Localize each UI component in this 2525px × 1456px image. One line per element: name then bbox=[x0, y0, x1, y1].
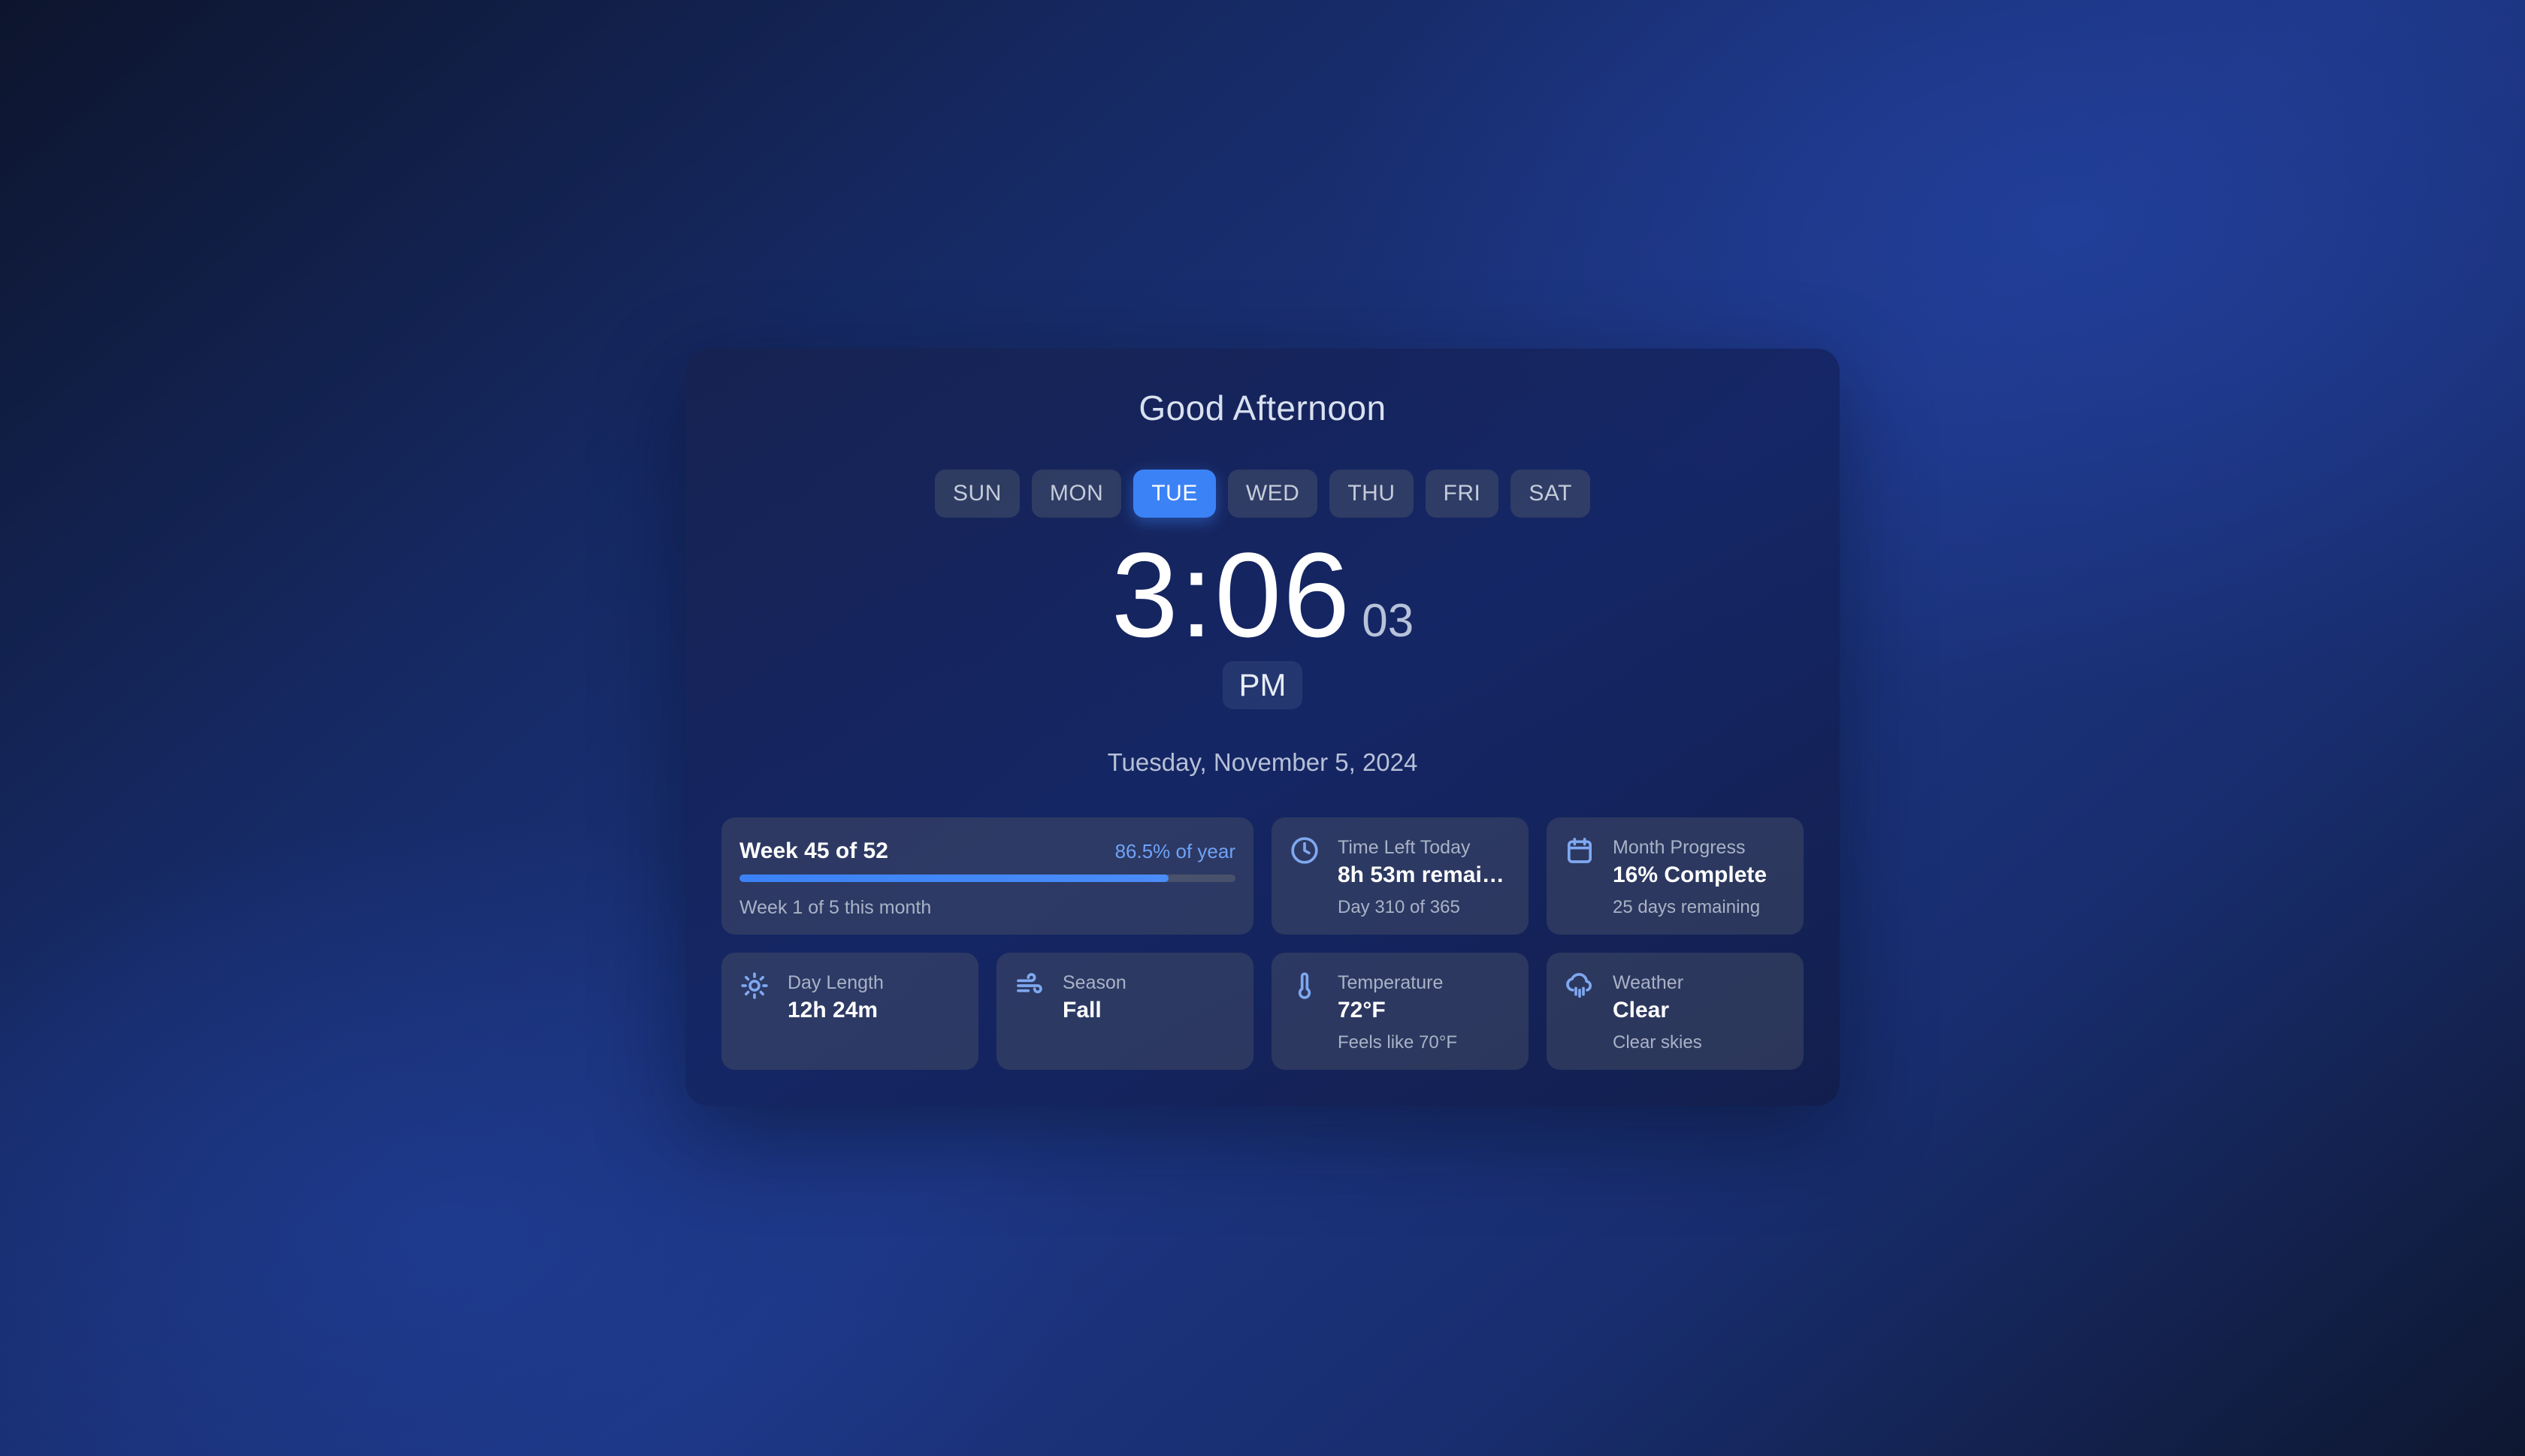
feels-like: Feels like 70°F bbox=[1338, 1032, 1457, 1053]
week-of-month: Week 1 of 5 this month bbox=[739, 897, 932, 918]
month-progress-value: 16% Complete bbox=[1613, 862, 1768, 887]
season-tile: Season Fall bbox=[996, 953, 1253, 1070]
time-left-label: Time Left Today bbox=[1338, 837, 1471, 858]
weather-tile: Weather Clear Clear skies bbox=[1547, 953, 1804, 1070]
year-percent-label: 86.5% of year bbox=[1114, 840, 1235, 862]
month-progress-label: Month Progress bbox=[1613, 837, 1746, 858]
month-progress-tile: Month Progress 16% Complete 25 days rema… bbox=[1547, 817, 1804, 935]
week-progress-tile: Week 45 of 52 86.5% of year Week 1 of 5 … bbox=[721, 817, 1253, 935]
clock-display: 3:06 03 bbox=[0, 535, 2525, 655]
day-length-tile: Day Length 12h 24m bbox=[721, 953, 978, 1070]
weather-label: Weather bbox=[1613, 972, 1684, 993]
current-date: Tuesday, November 5, 2024 bbox=[1107, 748, 1418, 776]
clock-seconds: 03 bbox=[1362, 595, 1414, 647]
day-pill-sun[interactable]: SUN bbox=[935, 470, 1020, 518]
season-label: Season bbox=[1063, 972, 1126, 993]
season-value: Fall bbox=[1063, 998, 1102, 1023]
day-length-value: 12h 24m bbox=[788, 998, 878, 1023]
weekday-selector: SUN MON TUE WED THU FRI SAT bbox=[0, 470, 2525, 518]
week-title: Week 45 of 52 bbox=[739, 838, 888, 863]
greeting-title: Good Afternoon bbox=[1139, 388, 1386, 427]
clock-icon bbox=[1290, 835, 1320, 865]
cloud-rain-icon bbox=[1565, 971, 1595, 1001]
clock-hours-minutes: 3:06 bbox=[1111, 527, 1352, 662]
temperature-value: 72°F bbox=[1338, 998, 1386, 1023]
temperature-label: Temperature bbox=[1338, 972, 1444, 993]
time-left-tile: Time Left Today 8h 53m remaining Day 310… bbox=[1272, 817, 1529, 935]
day-length-label: Day Length bbox=[788, 972, 884, 993]
day-of-year: Day 310 of 365 bbox=[1338, 897, 1460, 917]
year-progress-bar bbox=[739, 875, 1235, 882]
day-pill-fri[interactable]: FRI bbox=[1425, 470, 1499, 518]
time-left-value: 8h 53m remaining bbox=[1338, 862, 1517, 887]
day-pill-sat[interactable]: SAT bbox=[1510, 470, 1590, 518]
wind-icon bbox=[1015, 971, 1045, 1001]
day-pill-tue[interactable]: TUE bbox=[1133, 470, 1216, 518]
weather-value: Clear bbox=[1613, 998, 1670, 1023]
day-pill-mon[interactable]: MON bbox=[1031, 470, 1122, 518]
weather-description: Clear skies bbox=[1613, 1032, 1702, 1053]
ampm-badge: PM bbox=[1223, 661, 1302, 709]
year-progress-fill bbox=[739, 875, 1169, 882]
temperature-tile: Temperature 72°F Feels like 70°F bbox=[1272, 953, 1529, 1070]
day-pill-wed[interactable]: WED bbox=[1227, 470, 1318, 518]
calendar-icon bbox=[1565, 835, 1595, 865]
day-pill-thu[interactable]: THU bbox=[1329, 470, 1414, 518]
days-remaining: 25 days remaining bbox=[1613, 897, 1761, 917]
sun-icon bbox=[739, 971, 770, 1001]
thermometer-icon bbox=[1290, 971, 1320, 1001]
